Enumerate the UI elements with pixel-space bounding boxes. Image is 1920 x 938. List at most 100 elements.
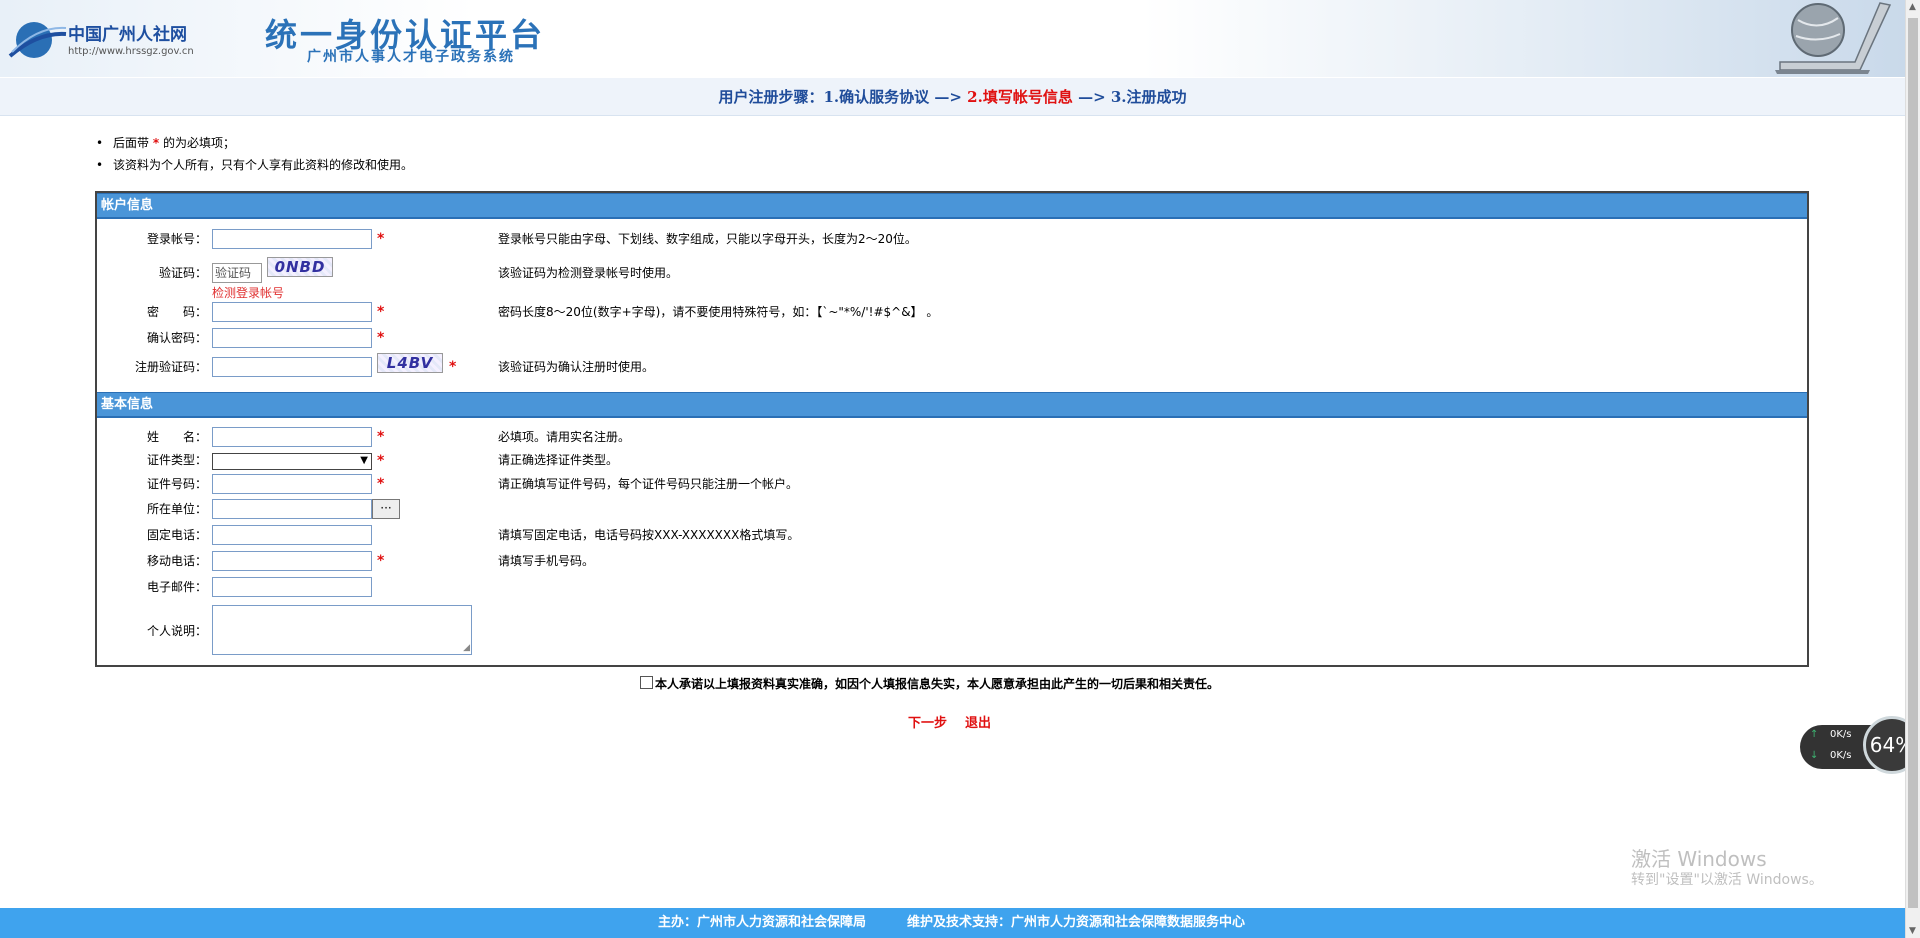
id-type-select[interactable]: ▼ bbox=[212, 453, 372, 470]
unit-row: 所在单位： ··· bbox=[97, 497, 1807, 521]
step-separator: —> bbox=[929, 88, 968, 106]
login-account-input[interactable] bbox=[212, 229, 372, 249]
id-type-label: 证件类型： bbox=[146, 453, 207, 467]
mobile-hint: 请填写手机号码。 bbox=[498, 554, 595, 568]
phone-input[interactable] bbox=[212, 525, 372, 545]
confirm-password-label: 确认密码： bbox=[146, 331, 207, 345]
phone-row: 固定电话： 请填写固定电话，电话号码按XXX-XXXXXXX格式填写。 bbox=[97, 523, 1807, 547]
captcha-input[interactable]: 验证码 bbox=[212, 263, 262, 283]
bio-row: 个人说明： ◢ bbox=[97, 603, 1807, 659]
unit-input[interactable] bbox=[212, 499, 372, 519]
download-speed: 0K/s bbox=[1830, 750, 1852, 761]
download-arrow-icon: ↓ bbox=[1810, 750, 1819, 761]
next-step-button[interactable]: 下一步 bbox=[908, 716, 947, 731]
register-captcha-row: 注册验证码： L4BV * 该验证码为确认注册时使用。 bbox=[97, 351, 1807, 383]
register-captcha-image[interactable]: L4BV bbox=[377, 353, 443, 373]
id-number-row: 证件号码： * 请正确填写证件号码，每个证件号码只能注册一个帐户。 bbox=[97, 472, 1807, 496]
note-required: 后面带 * 的为必填项； bbox=[96, 132, 413, 154]
bio-label: 个人说明： bbox=[146, 624, 207, 638]
page-subtitle: 广州市人事人才电子政务系统 bbox=[307, 49, 515, 65]
resize-grip-icon[interactable]: ◢ bbox=[463, 643, 470, 653]
agreement-row: 本人承诺以上填报资料真实准确，如因个人填报信息失实，本人愿意承担由此产生的一切后… bbox=[640, 675, 1219, 692]
step-3: 3.注册成功 bbox=[1110, 88, 1187, 106]
upload-speed: 0K/s bbox=[1830, 729, 1852, 740]
logo-text: 中国广州人社网 bbox=[68, 25, 187, 45]
check-account-link[interactable]: 检测登录帐号 bbox=[212, 284, 284, 301]
login-account-row: 登录帐号： * 登录帐号只能由字母、下划线、数字组成，只能以字母开头，长度为2～… bbox=[97, 227, 1807, 251]
agreement-text: 本人承诺以上填报资料真实准确，如因个人填报信息失实，本人愿意承担由此产生的一切后… bbox=[655, 677, 1220, 691]
globe-laptop-icon bbox=[1775, 2, 1892, 74]
required-mark: * bbox=[377, 231, 385, 247]
registration-steps: 用户注册步骤：1.确认服务协议 —> 2.填写帐号信息 —> 3.注册成功 bbox=[0, 78, 1905, 116]
required-mark: * bbox=[377, 476, 385, 492]
password-label: 密 码： bbox=[146, 305, 207, 319]
activation-watermark-text: 转到"设置"以激活 Windows。 bbox=[1631, 872, 1823, 888]
login-account-label: 登录帐号： bbox=[146, 232, 207, 246]
mobile-row: 移动电话： * 请填写手机号码。 bbox=[97, 549, 1807, 573]
step-2-active: 2.填写帐号信息 bbox=[967, 88, 1073, 106]
name-input[interactable] bbox=[212, 427, 372, 447]
form-notes: 后面带 * 的为必填项； 该资料为个人所有，只有个人享有此资料的修改和使用。 bbox=[96, 132, 413, 176]
check-captcha-row: 验证码： 验证码 0NBD 检测登录帐号 该验证码为检测登录帐号时使用。 bbox=[97, 255, 1807, 305]
activation-watermark-title: 激活 Windows bbox=[1631, 847, 1767, 871]
logo-swoosh-icon bbox=[8, 22, 67, 58]
page-header: 中国广州人社网 http://www.hrssgz.gov.cn 统一身份认证平… bbox=[0, 0, 1905, 77]
scroll-down-icon[interactable]: ▼ bbox=[1909, 926, 1916, 936]
email-label: 电子邮件： bbox=[146, 580, 207, 594]
captcha-hint: 该验证码为检测登录帐号时使用。 bbox=[498, 266, 679, 280]
step-1: 1.确认服务协议 bbox=[823, 88, 930, 106]
section-account-header: 帐户信息 bbox=[97, 193, 1807, 219]
confirm-password-input[interactable] bbox=[212, 328, 372, 348]
logo-url: http://www.hrssgz.gov.cn bbox=[68, 46, 194, 57]
steps-prefix: 用户注册步骤： bbox=[718, 88, 824, 106]
site-logo[interactable]: 中国广州人社网 http://www.hrssgz.gov.cn bbox=[8, 12, 198, 62]
id-number-label: 证件号码： bbox=[146, 477, 207, 491]
id-number-hint: 请正确填写证件号码，每个证件号码只能注册一个帐户。 bbox=[498, 477, 799, 491]
exit-button[interactable]: 退出 bbox=[965, 716, 991, 731]
agreement-checkbox[interactable] bbox=[640, 676, 653, 689]
form-actions: 下一步 退出 bbox=[908, 712, 1009, 731]
password-hint: 密码长度8～20位(数字+字母)，请不要使用特殊符号，如：【`~"*%/'!#$… bbox=[498, 305, 939, 319]
unit-browse-button[interactable]: ··· bbox=[372, 499, 400, 519]
required-mark: * bbox=[449, 359, 457, 375]
mobile-input[interactable] bbox=[212, 551, 372, 571]
phone-label: 固定电话： bbox=[146, 528, 207, 542]
page-footer: 主办：广州市人力资源和社会保障局 维护及技术支持：广州市人力资源和社会保障数据服… bbox=[0, 908, 1905, 938]
password-input[interactable] bbox=[212, 302, 372, 322]
required-mark: * bbox=[377, 304, 385, 320]
email-input[interactable] bbox=[212, 577, 372, 597]
register-captcha-hint: 该验证码为确认注册时使用。 bbox=[498, 360, 655, 374]
note-privacy: 该资料为个人所有，只有个人享有此资料的修改和使用。 bbox=[96, 154, 413, 176]
captcha-label: 验证码： bbox=[158, 266, 207, 280]
required-mark: * bbox=[377, 330, 385, 346]
captcha-image[interactable]: 0NBD bbox=[267, 257, 333, 277]
name-row: 姓 名： * 必填项。请用实名注册。 bbox=[97, 425, 1807, 449]
scrollbar-thumb[interactable] bbox=[1908, 18, 1918, 908]
login-account-hint: 登录帐号只能由字母、下划线、数字组成，只能以字母开头，长度为2～20位。 bbox=[498, 232, 917, 246]
bio-textarea[interactable]: ◢ bbox=[212, 605, 472, 655]
password-row: 密 码： * 密码长度8～20位(数字+字母)，请不要使用特殊符号，如：【`~"… bbox=[97, 300, 1807, 324]
phone-hint: 请填写固定电话，电话号码按XXX-XXXXXXX格式填写。 bbox=[498, 528, 800, 542]
name-label: 姓 名： bbox=[146, 430, 207, 444]
confirm-password-row: 确认密码： * bbox=[97, 326, 1807, 350]
id-type-row: 证件类型： ▼ * 请正确选择证件类型。 bbox=[97, 449, 1807, 473]
vertical-scrollbar[interactable]: ▲ ▼ bbox=[1905, 0, 1920, 938]
required-mark: * bbox=[377, 453, 385, 469]
mobile-label: 移动电话： bbox=[146, 554, 207, 568]
required-mark: * bbox=[377, 429, 385, 445]
step-separator: —> bbox=[1072, 88, 1111, 106]
upload-arrow-icon: ↑ bbox=[1810, 729, 1819, 740]
id-type-hint: 请正确选择证件类型。 bbox=[498, 453, 619, 467]
section-basic-header: 基本信息 bbox=[97, 392, 1807, 418]
register-captcha-input[interactable] bbox=[212, 357, 372, 377]
register-captcha-label: 注册验证码： bbox=[134, 360, 207, 374]
footer-support: 维护及技术支持：广州市人力资源和社会保障数据服务中心 bbox=[907, 915, 1246, 930]
id-number-input[interactable] bbox=[212, 474, 372, 494]
chevron-down-icon: ▼ bbox=[360, 455, 368, 466]
registration-form: 帐户信息 登录帐号： * 登录帐号只能由字母、下划线、数字组成，只能以字母开头，… bbox=[95, 191, 1809, 667]
scroll-up-icon[interactable]: ▲ bbox=[1909, 2, 1916, 12]
footer-host: 主办：广州市人力资源和社会保障局 bbox=[658, 915, 867, 930]
required-mark: * bbox=[377, 553, 385, 569]
name-hint: 必填项。请用实名注册。 bbox=[498, 430, 631, 444]
email-row: 电子邮件： bbox=[97, 575, 1807, 599]
